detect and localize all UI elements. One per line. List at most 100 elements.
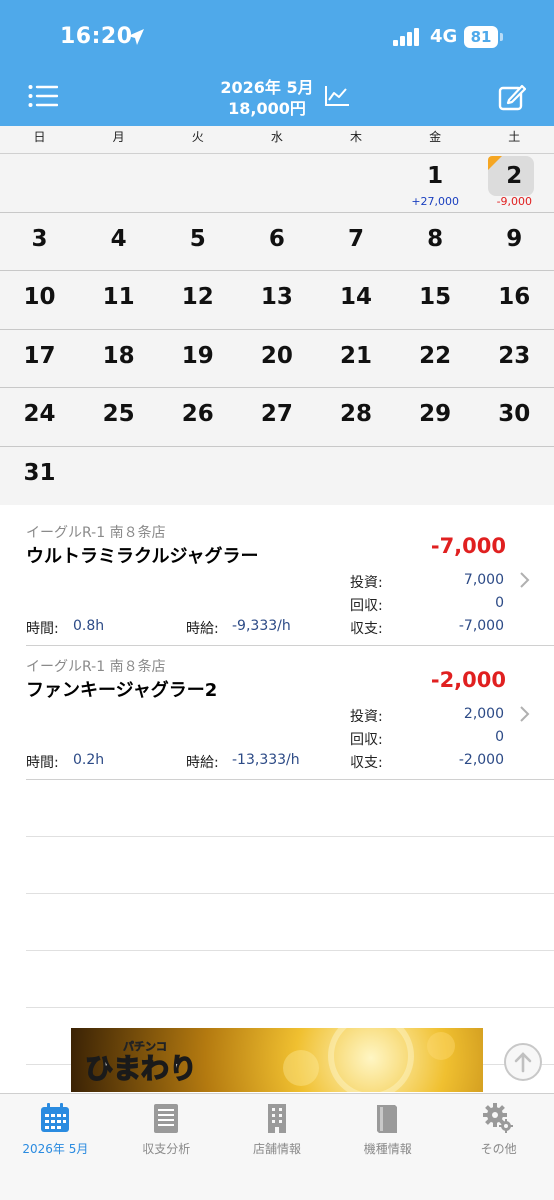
- store-name: イーグルR-1 南８条店: [26, 659, 166, 675]
- day-number: 28: [340, 401, 373, 427]
- edit-icon[interactable]: [498, 83, 526, 111]
- battery-icon: 81: [464, 26, 498, 48]
- balance-label: 収支:: [350, 621, 383, 637]
- rate-value: -9,333/h: [232, 618, 291, 634]
- calendar-day-28[interactable]: 28: [317, 388, 396, 446]
- calendar-day-7[interactable]: 7: [317, 213, 396, 271]
- arrow-up-icon: [514, 1052, 532, 1073]
- tab-stores[interactable]: 店舗情報: [222, 1094, 333, 1200]
- weekday-fri: 金: [429, 130, 442, 144]
- month-label: 2026年 5月: [220, 78, 314, 97]
- calendar-day-5[interactable]: 5: [158, 213, 237, 271]
- calendar-day-12[interactable]: 12: [158, 271, 237, 329]
- list-menu-icon[interactable]: [28, 84, 58, 108]
- recover-value: 0: [495, 729, 504, 745]
- calendar-day-22[interactable]: 22: [396, 330, 475, 388]
- time-value: 0.8h: [73, 618, 105, 634]
- month-title[interactable]: 2026年 5月 18,000円: [200, 77, 334, 119]
- tab-calendar[interactable]: 2026年 5月: [0, 1094, 111, 1200]
- calendar-week: 17 18 19 20 21 22 23: [0, 329, 554, 388]
- calendar-icon: [41, 1103, 69, 1132]
- calendar-day-21[interactable]: 21: [317, 330, 396, 388]
- calendar-day-24[interactable]: 24: [0, 388, 79, 446]
- calendar-day-8[interactable]: 8: [396, 213, 475, 271]
- day-number: 26: [181, 401, 214, 427]
- day-number: 24: [23, 401, 56, 427]
- weekday-tue: 火: [191, 130, 204, 144]
- calendar-day-11[interactable]: 11: [79, 271, 158, 329]
- rate-label: 時給:: [186, 621, 219, 637]
- calendar-week: 24 25 26 27 28 29 30: [0, 388, 554, 447]
- calendar-day-2[interactable]: 2 -9,000: [475, 154, 554, 212]
- calendar-day-13[interactable]: 13: [237, 271, 316, 329]
- line-chart-icon[interactable]: [324, 85, 350, 107]
- calendar-day-1[interactable]: 1 +27,000: [396, 154, 475, 212]
- calendar-day-16[interactable]: 16: [475, 271, 554, 329]
- rate-label: 時給:: [186, 755, 219, 771]
- calendar-day-31[interactable]: 31: [0, 447, 79, 505]
- calendar-week: 10 11 12 13 14 15 16: [0, 271, 554, 330]
- calendar-day-18[interactable]: 18: [79, 330, 158, 388]
- signal-icon: [393, 28, 423, 46]
- empty-row: [26, 894, 554, 951]
- day-number: 5: [189, 225, 206, 252]
- invest-label: 投資:: [350, 709, 383, 725]
- calendar-day-17[interactable]: 17: [0, 330, 79, 388]
- calendar-day-25[interactable]: 25: [79, 388, 158, 446]
- header-bar: 16:20 4G 81 2026年 5月 18,000円: [0, 0, 554, 126]
- day-amount: +27,000: [411, 195, 460, 208]
- day-number: 16: [498, 284, 531, 310]
- calendar-day-29[interactable]: 29: [396, 388, 475, 446]
- empty-row: [26, 780, 554, 837]
- scroll-to-top-button[interactable]: [504, 1043, 542, 1081]
- calendar-day-10[interactable]: 10: [0, 271, 79, 329]
- ad-banner[interactable]: パチンコ ひまわり: [71, 1028, 483, 1092]
- book-icon: [377, 1105, 398, 1133]
- calendar-day-30[interactable]: 30: [475, 388, 554, 446]
- tab-label: 収支分析: [142, 1142, 191, 1156]
- calendar-week: 31: [0, 446, 554, 505]
- day-number: 18: [102, 342, 135, 369]
- empty-row: [26, 951, 554, 1008]
- tab-label: 店舗情報: [252, 1142, 301, 1156]
- calendar-day-27[interactable]: 27: [237, 388, 316, 446]
- calendar-day-15[interactable]: 15: [396, 271, 475, 329]
- day-number: 9: [506, 225, 523, 252]
- calendar-day-3[interactable]: 3: [0, 213, 79, 271]
- month-total: 18,000円: [228, 99, 306, 118]
- calendar-day-empty: [158, 154, 237, 212]
- day-number: 27: [260, 401, 293, 427]
- tab-label: その他: [480, 1142, 517, 1156]
- calendar-day-19[interactable]: 19: [158, 330, 237, 388]
- time-label: 時間:: [26, 755, 59, 771]
- day-number: 20: [260, 342, 293, 369]
- tab-analysis[interactable]: 収支分析: [111, 1094, 222, 1200]
- day-number: 4: [110, 225, 127, 252]
- record-row[interactable]: イーグルR-1 南８条店 ファンキージャグラー2 -2,000 投資: 2,00…: [26, 646, 554, 780]
- recover-label: 回収:: [350, 732, 383, 748]
- weekday-thu: 木: [350, 130, 363, 144]
- calendar-day-20[interactable]: 20: [237, 330, 316, 388]
- calendar-week: 1 +27,000 2 -9,000: [0, 154, 554, 213]
- tab-machines[interactable]: 機種情報: [332, 1094, 443, 1200]
- day-number: 6: [268, 225, 285, 252]
- calendar-day-26[interactable]: 26: [158, 388, 237, 446]
- calendar-week: 3 4 5 6 7 8 9: [0, 212, 554, 271]
- machine-name: ファンキージャグラー2: [26, 680, 218, 701]
- ad-sparkle-art: [283, 1028, 455, 1092]
- calendar-day-9[interactable]: 9: [475, 213, 554, 271]
- machine-name: ウルトラミラクルジャグラー: [26, 546, 259, 567]
- calendar-day-6[interactable]: 6: [237, 213, 316, 271]
- calendar-day-23[interactable]: 23: [475, 330, 554, 388]
- day-number: 12: [181, 284, 214, 310]
- calendar-day-4[interactable]: 4: [79, 213, 158, 271]
- tab-label: 機種情報: [363, 1142, 412, 1156]
- invest-value: 7,000: [463, 572, 504, 588]
- day-number: 7: [348, 225, 365, 252]
- calendar-day-14[interactable]: 14: [317, 271, 396, 329]
- tab-other[interactable]: その他: [443, 1094, 554, 1200]
- gear-icon: [483, 1103, 514, 1133]
- network-type: 4G: [430, 26, 458, 47]
- record-row[interactable]: イーグルR-1 南８条店 ウルトラミラクルジャグラー -7,000 投資: 7,…: [26, 512, 554, 646]
- record-list: イーグルR-1 南８条店 ウルトラミラクルジャグラー -7,000 投資: 7,…: [0, 512, 554, 1065]
